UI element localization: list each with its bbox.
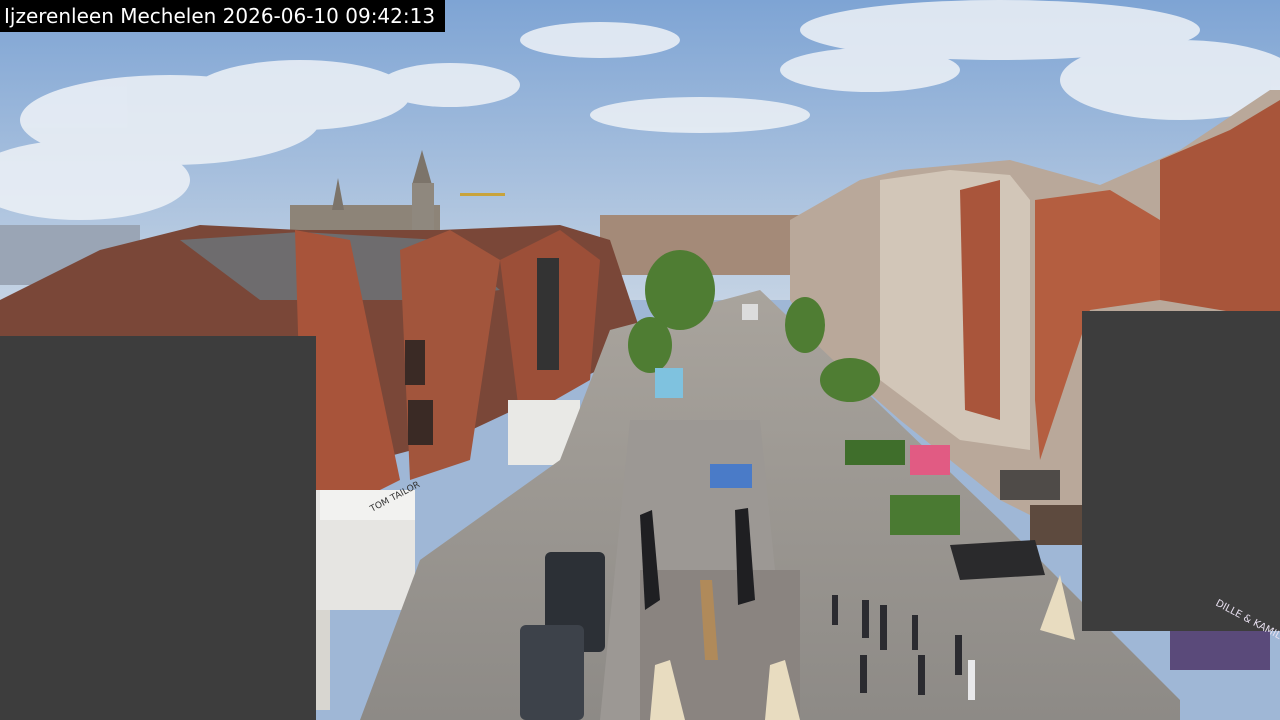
sign-tom-tailor: TOM TAILOR [368,480,422,515]
shop-signage: TOM TAILOR DILLE & KAMILLE [368,480,1280,647]
sign-dille-kamille: DILLE & KAMILLE [1214,598,1280,647]
